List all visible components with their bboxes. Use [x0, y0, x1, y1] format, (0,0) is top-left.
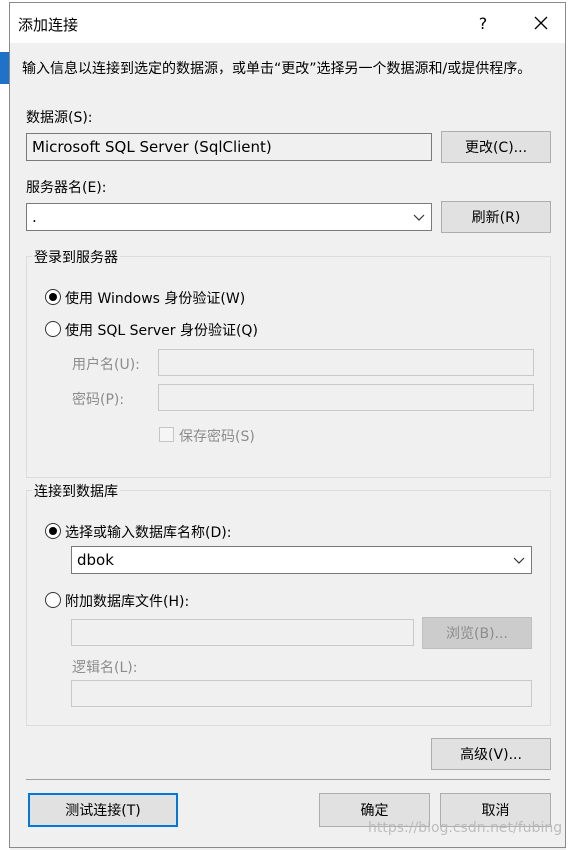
title-bar: 添加连接 ?: [10, 3, 565, 43]
footer-divider: [26, 779, 550, 780]
database-name-combo[interactable]: dbok: [71, 546, 532, 574]
data-source-field: Microsoft SQL Server (SqlClient): [26, 133, 432, 161]
radio-selected-dot: [49, 527, 57, 535]
database-name-value: dbok: [77, 551, 114, 569]
attach-file-label[interactable]: 附加数据库文件(H):: [65, 591, 189, 611]
sql-auth-label[interactable]: 使用 SQL Server 身份验证(Q): [65, 320, 258, 340]
change-button[interactable]: 更改(C)...: [441, 131, 551, 163]
watermark-text: https://blog.csdn.net/fubing: [368, 820, 563, 836]
test-connection-button[interactable]: 测试连接(T): [28, 793, 178, 827]
parent-window-right: [566, 0, 575, 850]
windows-auth-label[interactable]: 使用 Windows 身份验证(W): [65, 288, 245, 308]
data-source-value: Microsoft SQL Server (SqlClient): [32, 138, 272, 156]
help-button[interactable]: ?: [468, 9, 498, 37]
chevron-down-icon[interactable]: [413, 212, 425, 222]
add-connection-dialog: 添加连接 ? 输入信息以连接到选定的数据源，或单击“更改”选择另一个数据源和/或…: [9, 2, 566, 848]
select-database-radio[interactable]: [45, 523, 61, 539]
username-input[interactable]: [158, 349, 534, 376]
close-button[interactable]: [524, 9, 558, 37]
sql-auth-radio[interactable]: [45, 321, 61, 337]
password-input[interactable]: [158, 384, 534, 411]
windows-auth-radio[interactable]: [45, 289, 61, 305]
browse-button[interactable]: 浏览(B)...: [422, 617, 532, 649]
logical-name-input[interactable]: [71, 680, 532, 707]
server-name-value: .: [32, 208, 37, 226]
advanced-button[interactable]: 高级(V)...: [431, 738, 551, 770]
help-icon: ?: [478, 13, 488, 33]
refresh-button[interactable]: 刷新(R): [441, 201, 551, 233]
close-icon: [534, 16, 548, 30]
instruction-text: 输入信息以连接到选定的数据源，或单击“更改”选择另一个数据源和/或提供程序。: [22, 61, 532, 77]
server-name-combo[interactable]: .: [26, 203, 432, 231]
save-password-checkbox[interactable]: [159, 427, 174, 442]
data-source-label: 数据源(S):: [26, 110, 93, 126]
save-password-label: 保存密码(S): [179, 429, 255, 445]
attach-file-input[interactable]: [71, 619, 414, 646]
logical-name-label: 逻辑名(L):: [72, 660, 138, 676]
username-label: 用户名(U):: [72, 357, 140, 373]
radio-selected-dot: [49, 293, 57, 301]
parent-window-selection: [0, 52, 9, 84]
dialog-title: 添加连接: [18, 16, 79, 34]
password-label: 密码(P):: [72, 392, 125, 408]
server-name-label: 服务器名(E):: [26, 180, 107, 196]
attach-file-radio[interactable]: [45, 592, 61, 608]
login-group-title: 登录到服务器: [32, 247, 120, 267]
select-database-label[interactable]: 选择或输入数据库名称(D):: [65, 522, 231, 542]
chevron-down-icon[interactable]: [513, 555, 525, 565]
database-group-title: 连接到数据库: [32, 481, 120, 501]
